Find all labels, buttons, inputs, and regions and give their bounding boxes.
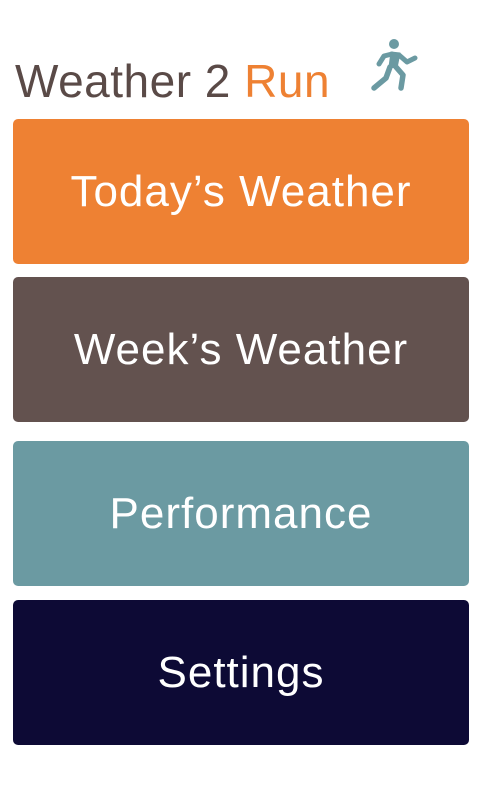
weeks-weather-button[interactable]: Week’s Weather xyxy=(13,277,469,422)
app-title-main: Weather 2 xyxy=(15,55,245,107)
main-menu: Today’s Weather Week’s Weather Performan… xyxy=(13,119,469,745)
app-title: Weather 2 Run xyxy=(15,58,330,104)
settings-label: Settings xyxy=(157,647,325,697)
performance-label: Performance xyxy=(109,488,373,538)
runner-icon xyxy=(371,39,418,91)
todays-weather-label: Today’s Weather xyxy=(70,166,412,216)
app-header: Weather 2 Run xyxy=(15,38,330,104)
performance-button[interactable]: Performance xyxy=(13,441,469,586)
weeks-weather-label: Week’s Weather xyxy=(73,324,409,374)
app-title-accent: Run xyxy=(244,55,331,107)
settings-button[interactable]: Settings xyxy=(13,600,469,745)
todays-weather-button[interactable]: Today’s Weather xyxy=(13,119,469,264)
